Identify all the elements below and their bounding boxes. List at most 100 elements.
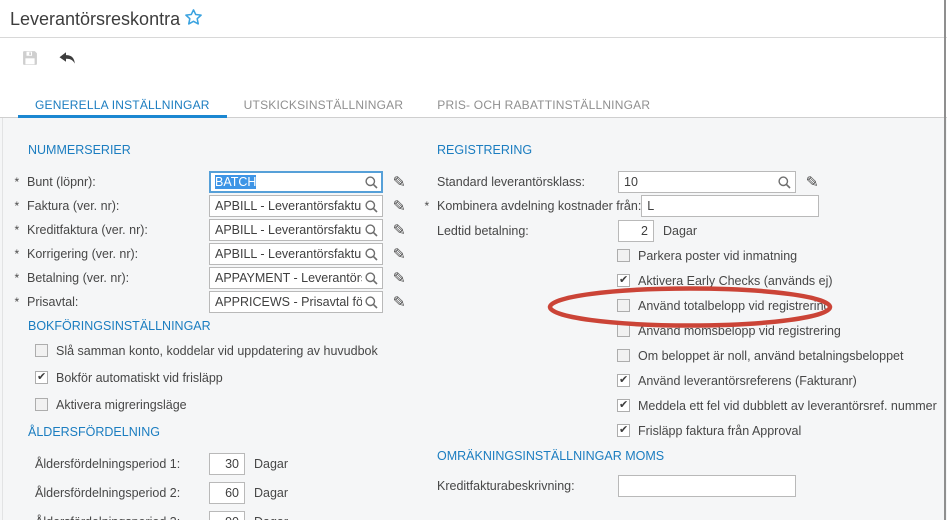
faktura-lookup-input[interactable]: APBILL - Leverantörsfakturor — [209, 195, 383, 217]
search-icon[interactable] — [777, 175, 792, 190]
betalning-lookup-input[interactable]: APPAYMENT - Leverantörsbetal — [209, 267, 383, 289]
field-row-bunt: * Bunt (löpnr): BATCH ✎ — [14, 171, 430, 193]
leverantorsklass-lookup-input[interactable]: 10 — [618, 171, 796, 193]
field-label: * Kombinera avdelning kostnader från: — [424, 199, 642, 213]
checkbox-label: Aktivera Early Checks (används ej) — [638, 273, 833, 288]
field-label: * Betalning (ver. nr): — [14, 271, 130, 285]
aldersperiod-1-input[interactable]: 30 — [209, 453, 245, 475]
field-label: Åldersfördelningsperiod 1: — [35, 457, 181, 471]
edit-pencil-icon[interactable]: ✎ — [393, 295, 406, 310]
checkbox-label: Om beloppet är noll, använd betalningsbe… — [638, 348, 904, 363]
checkbox-label: Slå samman konto, koddelar vid uppdateri… — [56, 343, 378, 358]
unit-label: Dagar — [254, 515, 288, 520]
checkbox-row-om-beloppet-ar-noll[interactable]: Om beloppet är noll, använd betalningsbe… — [617, 348, 945, 363]
page-title: Leverantörsreskontra — [10, 9, 181, 29]
checkbox-label: Parkera poster vid inmatning — [638, 248, 798, 263]
required-marker: * — [14, 295, 19, 309]
required-marker: * — [14, 223, 19, 237]
field-label: Åldersfördelningsperiod 3: — [35, 515, 209, 520]
undo-icon[interactable] — [58, 50, 76, 66]
tab-pris-och-rabattinstallningar[interactable]: PRIS- OCH RABATTINSTÄLLNINGAR — [420, 92, 667, 118]
edit-pencil-icon[interactable]: ✎ — [393, 271, 406, 286]
save-icon[interactable] — [21, 50, 39, 66]
favorite-star-icon[interactable] — [184, 8, 203, 27]
kreditfakturabeskrivning-input[interactable] — [618, 475, 796, 497]
tab-generella-installningar[interactable]: GENERELLA INSTÄLLNINGAR — [18, 92, 227, 119]
checkbox-label: Använd leverantörsreferens (Fakturanr) — [638, 373, 857, 388]
section-header-bokforingsinstallningar: BOKFÖRINGSINSTÄLLNINGAR — [28, 319, 211, 333]
edit-pencil-icon[interactable]: ✎ — [806, 175, 819, 190]
checkbox-row-bokfor-automatiskt[interactable]: Bokför automatiskt vid frisläpp — [35, 370, 430, 385]
checkbox-row-anvand-totalbelopp[interactable]: Använd totalbelopp vid registrering — [617, 299, 945, 313]
section-header-aldersfordelning: ÅLDERSFÖRDELNING — [28, 425, 160, 439]
checkbox[interactable] — [35, 344, 48, 357]
edit-pencil-icon[interactable]: ✎ — [393, 199, 406, 214]
checkbox-label: Meddela ett fel vid dubblett av leverant… — [638, 398, 937, 413]
search-icon[interactable] — [364, 175, 379, 190]
aldersperiod-3-input[interactable]: 90 — [209, 511, 245, 520]
tab-label: UTSKICKSINSTÄLLNINGAR — [243, 98, 404, 112]
search-icon[interactable] — [364, 247, 379, 262]
checkbox-row-aktivera-migreringslage[interactable]: Aktivera migreringsläge — [35, 398, 430, 412]
field-label: Åldersfördelningsperiod 2: — [35, 486, 181, 500]
prisavtal-lookup-input[interactable]: APPRICEWS - Prisavtal för leve — [209, 291, 383, 313]
field-row-betalning: * Betalning (ver. nr): APPAYMENT - Levera… — [14, 267, 430, 289]
checkbox-row-frislapp-faktura-approval[interactable]: Frisläpp faktura från Approval — [617, 423, 945, 438]
unit-label: Dagar — [254, 457, 289, 471]
edit-pencil-icon[interactable]: ✎ — [393, 175, 406, 190]
field-row-standard-leverantorsklass: *Standard leverantörsklass: 10 ✎ — [424, 171, 945, 193]
checkbox-row-meddela-fel-dubblett[interactable]: Meddela ett fel vid dubblett av leverant… — [617, 398, 945, 413]
field-label: * Bunt (löpnr): — [14, 175, 96, 189]
checkbox-row-anvand-leverantorsreferens[interactable]: Använd leverantörsreferens (Fakturanr) — [617, 373, 945, 388]
edit-pencil-icon[interactable]: ✎ — [393, 247, 406, 262]
window-edge-line — [944, 0, 946, 520]
search-icon[interactable] — [364, 223, 379, 238]
section-header-nummerserier: NUMMERSERIER — [28, 143, 131, 157]
field-row-kreditfaktura: * Kreditfaktura (ver. nr): APBILL - Lever… — [14, 219, 430, 241]
checkbox[interactable] — [617, 423, 630, 437]
right-column: REGISTRERING *Standard leverantörsklass:… — [424, 118, 945, 499]
content-area: NUMMERSERIER * Bunt (löpnr): BATCH ✎ * Fak… — [0, 118, 947, 520]
field-row-kreditfakturabeskrivning: *Kreditfakturabeskrivning: — [424, 475, 945, 497]
checkbox[interactable] — [35, 398, 48, 411]
toolbar — [0, 39, 947, 79]
checkbox[interactable] — [617, 249, 630, 262]
kreditfaktura-lookup-input[interactable]: APBILL - Leverantörsfakturor — [209, 219, 383, 241]
required-marker: * — [14, 247, 19, 261]
field-label: *Standard leverantörsklass: — [437, 175, 585, 189]
app-window: Leverantörsreskontra GENERELLA INSTÄLLNI… — [0, 0, 947, 520]
checkbox[interactable] — [617, 349, 630, 362]
search-icon[interactable] — [364, 271, 379, 286]
checkbox[interactable] — [617, 373, 630, 387]
search-icon[interactable] — [364, 199, 379, 214]
checkbox[interactable] — [35, 370, 48, 384]
checkbox[interactable] — [617, 398, 630, 412]
checkbox-row-parkera-poster[interactable]: Parkera poster vid inmatning — [617, 248, 945, 263]
checkbox-row-anvand-momsbelopp[interactable]: Använd momsbelopp vid registrering — [617, 323, 945, 338]
kombinera-avdelning-input[interactable]: L — [641, 195, 820, 217]
korrigering-lookup-input[interactable]: APBILL - Leverantörsfakturor — [209, 243, 383, 265]
field-row-prisavtal: *Prisavtal: APPRICEWS - Prisavtal för le… — [14, 291, 430, 313]
tab-bar: GENERELLA INSTÄLLNINGAR UTSKICKSINSTÄLLN… — [0, 92, 947, 119]
checkbox[interactable] — [617, 273, 630, 287]
tab-label: PRIS- OCH RABATTINSTÄLLNINGAR — [437, 98, 651, 112]
required-marker: * — [14, 271, 19, 285]
checkbox-row-sla-samman-konto[interactable]: Slå samman konto, koddelar vid uppdateri… — [35, 343, 430, 358]
unit-label: Dagar — [254, 486, 289, 500]
checkbox[interactable] — [617, 299, 630, 312]
edit-pencil-icon[interactable]: ✎ — [393, 223, 406, 238]
bunt-lookup-input[interactable]: BATCH — [209, 171, 383, 193]
field-label: *Ledtid betalning: — [437, 224, 529, 238]
checkbox[interactable] — [617, 324, 630, 337]
aldersperiod-2-input[interactable]: 60 — [209, 482, 245, 504]
ledtid-betalning-input[interactable]: 2 — [618, 220, 654, 242]
field-row-kombinera-avdelning: * Kombinera avdelning kostnader från: L — [424, 195, 945, 217]
tab-utskicksinstallningar[interactable]: UTSKICKSINSTÄLLNINGAR — [227, 92, 421, 118]
field-row-faktura: * Faktura (ver. nr): APBILL - Leverantörs… — [14, 195, 430, 217]
checkbox-label: Använd momsbelopp vid registrering — [638, 323, 841, 338]
left-column: NUMMERSERIER * Bunt (löpnr): BATCH ✎ * Fak… — [0, 118, 430, 520]
search-icon[interactable] — [364, 295, 379, 310]
checkbox-label: Frisläpp faktura från Approval — [638, 423, 802, 438]
checkbox-row-aktivera-early-checks[interactable]: Aktivera Early Checks (används ej) — [617, 273, 945, 288]
required-marker: * — [14, 199, 19, 213]
